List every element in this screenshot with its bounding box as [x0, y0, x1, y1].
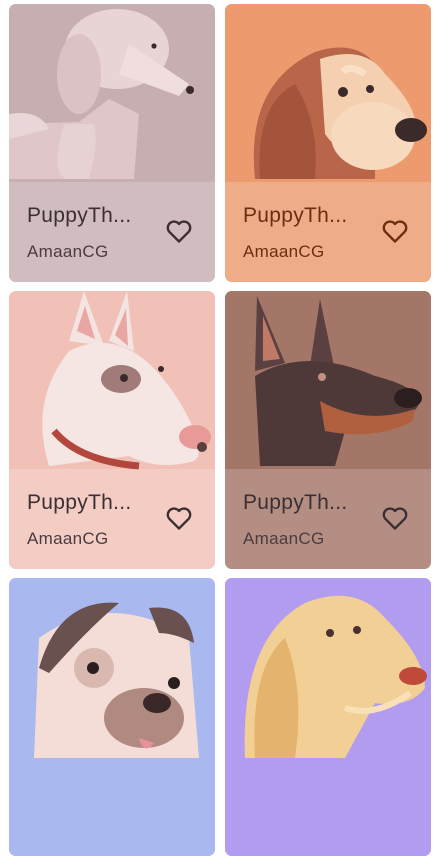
heart-outline-icon[interactable] [165, 218, 193, 244]
puppy-card[interactable]: PuppyTh... AmaanCG [225, 291, 431, 569]
puppy-card[interactable] [225, 578, 431, 856]
card-title: PuppyTh... [27, 491, 132, 514]
heart-outline-icon[interactable] [381, 218, 409, 244]
pug-illustration [9, 578, 215, 856]
puppy-card[interactable] [9, 578, 215, 856]
card-author: AmaanCG [243, 529, 325, 548]
card-title: PuppyTh... [27, 204, 132, 227]
card-title: PuppyTh... [243, 491, 348, 514]
puppy-card[interactable]: PuppyTh... AmaanCG [225, 4, 431, 282]
card-title: PuppyTh... [243, 204, 348, 227]
card-author: AmaanCG [243, 242, 325, 261]
golden-retriever-illustration [225, 578, 431, 856]
card-author: AmaanCG [27, 242, 109, 261]
card-author: AmaanCG [27, 529, 109, 548]
heart-outline-icon[interactable] [165, 505, 193, 531]
puppy-card[interactable]: PuppyTh... AmaanCG [9, 291, 215, 569]
puppy-card[interactable]: PuppyTh... AmaanCG [9, 4, 215, 282]
heart-outline-icon[interactable] [381, 505, 409, 531]
